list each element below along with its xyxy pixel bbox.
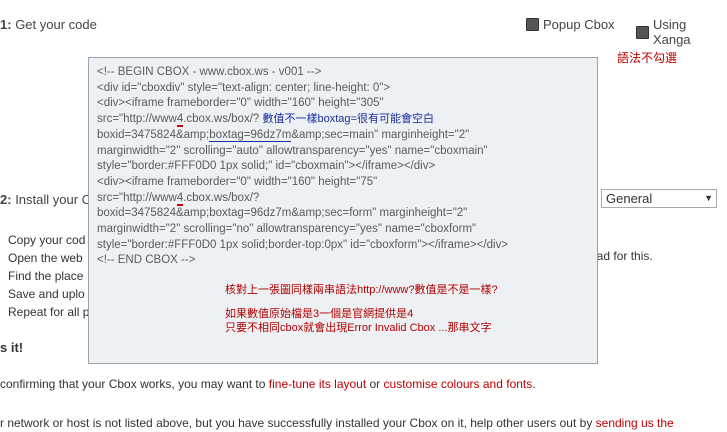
- code-line: src="http://www4.cbox.ws/box/?: [97, 191, 589, 207]
- annotation-boxtag-note: 數值不一樣boxtag=很有可能會空白: [262, 113, 434, 126]
- code-line: <div id="cboxdiv" style="text-align: cen…: [97, 81, 391, 94]
- list-item: Find the place: [8, 269, 84, 283]
- annotation-note-1: 核對上一張圖同樣兩串語法http://www?數值是不是一樣?: [225, 284, 498, 296]
- code-fragment: &amp;sec=main" marginheight="2": [291, 128, 470, 141]
- step-1-number: 1:: [0, 17, 12, 32]
- host-select[interactable]: General ▼: [601, 189, 717, 208]
- code-fragment: boxid=3475824&amp;: [97, 128, 210, 141]
- done-heading: s it!: [0, 340, 24, 355]
- code-fragment: .cbox.ws/box/?: [183, 191, 260, 204]
- customise-colours-link[interactable]: customise colours and fonts: [384, 377, 533, 391]
- using-xanga-option[interactable]: Using Xanga: [636, 17, 727, 47]
- popup-cbox-option[interactable]: Popup Cbox: [526, 17, 615, 32]
- list-item: Copy your cod: [8, 233, 86, 247]
- help-paragraph: r network or host is not listed above, b…: [0, 416, 674, 430]
- step-1-text: Get your code: [15, 17, 97, 32]
- list-item: Open the web: [8, 251, 83, 265]
- code-line: <div><iframe frameborder="0" width="160"…: [97, 175, 378, 188]
- chevron-down-icon: ▼: [704, 193, 713, 203]
- host-select-value: General: [606, 191, 653, 206]
- using-xanga-label: Using Xanga: [652, 17, 691, 47]
- page: 1: Get your code Popup Cbox Using Xanga …: [0, 0, 727, 432]
- step-1-heading: 1: Get your code: [0, 17, 97, 32]
- popup-cbox-checkbox[interactable]: [526, 18, 539, 31]
- annotation-note-3: 只要不相同cbox就會出現Error Invalid Cbox ...那串文字: [225, 322, 492, 334]
- code-line: style="border:#FFF0D0 1px solid;" id="cb…: [97, 160, 436, 173]
- annotation-notes: 核對上一張圖同樣兩串語法http://www?數值是不是一樣? 如果數值原始檔是…: [225, 283, 498, 335]
- list-item: Save and uplo: [8, 287, 85, 301]
- code-line: boxid=3475824&amp;boxtag=96dz7m&amp;sec=…: [97, 207, 468, 220]
- step-2-heading: 2: Install your C: [0, 192, 91, 207]
- sending-us-link[interactable]: sending us the: [596, 416, 674, 430]
- tips-paragraph: confirming that your Cbox works, you may…: [0, 377, 536, 391]
- code-line: marginwidth="2" scrolling="no" allowtran…: [97, 223, 477, 236]
- annotation-gap: [225, 297, 498, 307]
- tips-text-or: or: [366, 377, 384, 391]
- code-highlight-boxtag: boxtag=96dz7m: [209, 128, 292, 142]
- popup-cbox-label: Popup Cbox: [543, 17, 615, 32]
- code-line: <!-- END CBOX -->: [97, 254, 196, 267]
- code-line: src="http://www4.cbox.ws/box/? 數值不一樣boxt…: [97, 112, 589, 128]
- code-line: style="border:#FFF0D0 1px solid;border-t…: [97, 238, 509, 251]
- help-text: r network or host is not listed above, b…: [0, 416, 596, 430]
- fine-tune-layout-link[interactable]: fine-tune its layout: [269, 377, 366, 391]
- code-line: <div><iframe frameborder="0" width="160"…: [97, 97, 384, 110]
- annotation-no-check: 語法不勾選: [617, 51, 678, 65]
- step-2-number: 2:: [0, 192, 12, 207]
- code-line: boxid=3475824&amp;boxtag=96dz7m&amp;sec=…: [97, 128, 589, 144]
- code-fragment: .cbox.ws/box/?: [183, 113, 260, 126]
- instruction-list: Copy your cod Open the web Find the plac…: [8, 231, 89, 321]
- list-item: Repeat for all p: [8, 305, 90, 319]
- code-line: marginwidth="2" scrolling="auto" allowtr…: [97, 144, 488, 157]
- code-fragment: src="http://www: [97, 113, 177, 126]
- tips-text-end: .: [532, 377, 536, 391]
- annotation-note-2: 如果數值原始檔是3一個是官網提供是4: [225, 308, 414, 320]
- instruction-tail-text: pad for this.: [590, 249, 653, 263]
- using-xanga-checkbox[interactable]: [636, 25, 649, 39]
- tips-text: confirming that your Cbox works, you may…: [0, 377, 269, 391]
- step-2-text: Install your C: [15, 192, 92, 207]
- code-fragment: src="http://www: [97, 191, 177, 204]
- code-line: <!-- BEGIN CBOX - www.cbox.ws - v001 -->: [97, 66, 322, 78]
